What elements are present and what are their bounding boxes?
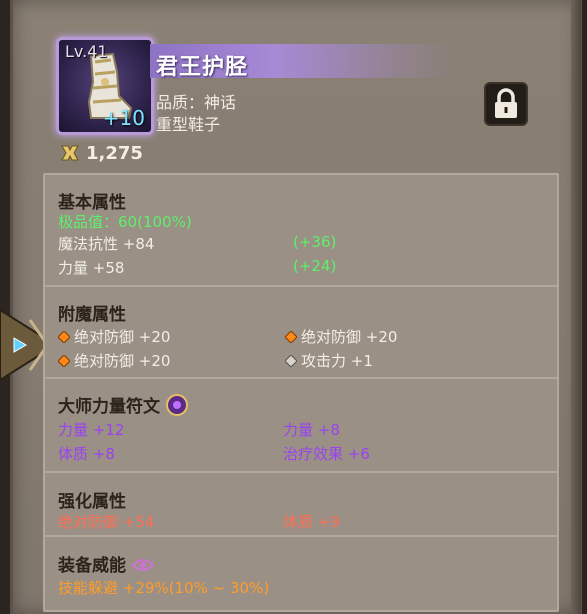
stat-strength: 力量 +58 <box>58 259 125 277</box>
section-base: 基本属性 极品值：60(100%) 魔法抗性 +84 (+36) 力量 +58 … <box>45 175 557 287</box>
section-title-rune: 大师力量符文 <box>58 392 188 417</box>
enhance-level: +10 <box>102 106 145 130</box>
item-name: 君王护胫 <box>156 55 249 80</box>
reinforce-stat: 绝对防御 +54 <box>58 513 155 531</box>
orange-gem-icon <box>58 331 70 343</box>
frame-edge <box>571 0 581 614</box>
enchant-item: 绝对防御 +20 <box>285 326 397 347</box>
section-enchant: 附魔属性 绝对防御 +20 绝对防御 +20 绝对防御 +20 攻击力 +1 <box>45 285 557 379</box>
orange-gem-icon <box>285 331 297 343</box>
enchant-item: 绝对防御 +20 <box>58 350 170 371</box>
enchant-item: 绝对防御 +20 <box>58 326 170 347</box>
gear-score: 1,275 <box>86 143 143 164</box>
item-level: Lv.41 <box>65 42 108 61</box>
section-title-base: 基本属性 <box>58 193 126 213</box>
stats-box: 基本属性 极品值：60(100%) 魔法抗性 +84 (+36) 力量 +58 … <box>43 173 559 612</box>
item-icon-frame[interactable]: Lv.41 +10 <box>56 37 154 135</box>
reinforce-stat: 体质 +9 <box>283 513 340 531</box>
eye-icon <box>131 559 155 571</box>
stat-magic-resist-bonus: (+36) <box>293 233 337 251</box>
section-rune: 大师力量符文 力量 +12 力量 +8 体质 +8 治疗效果 +6 <box>45 377 557 473</box>
extreme-value: 极品值：60(100%) <box>58 213 192 231</box>
rune-icon <box>165 394 188 416</box>
rune-stat: 力量 +8 <box>283 421 340 439</box>
item-quality: 品质：神话 <box>156 93 237 112</box>
lock-icon <box>495 88 517 118</box>
section-title-prestige: 装备威能 <box>58 551 155 576</box>
section-prestige: 装备威能 技能躲避 +29%(10% ~ 30%) <box>45 535 557 608</box>
section-title-enchant: 附魔属性 <box>58 305 126 325</box>
item-type: 重型鞋子 <box>156 115 221 134</box>
orange-gem-icon <box>58 355 70 367</box>
rune-stat: 体质 +8 <box>58 445 115 463</box>
stat-magic-resist: 魔法抗性 +84 <box>58 235 155 253</box>
gear-score-icon <box>61 145 79 161</box>
lock-button[interactable] <box>484 82 528 126</box>
section-reinforce: 强化属性 绝对防御 +54 体质 +9 <box>45 471 557 537</box>
rune-stat: 力量 +12 <box>58 421 125 439</box>
silver-gem-icon <box>285 355 297 367</box>
section-title-reinforce: 强化属性 <box>58 492 126 512</box>
enchant-item: 攻击力 +1 <box>285 350 373 371</box>
rune-stat: 治疗效果 +6 <box>283 445 370 463</box>
prestige-stat: 技能躲避 +29%(10% ~ 30%) <box>58 579 270 597</box>
stat-strength-bonus: (+24) <box>293 257 337 275</box>
